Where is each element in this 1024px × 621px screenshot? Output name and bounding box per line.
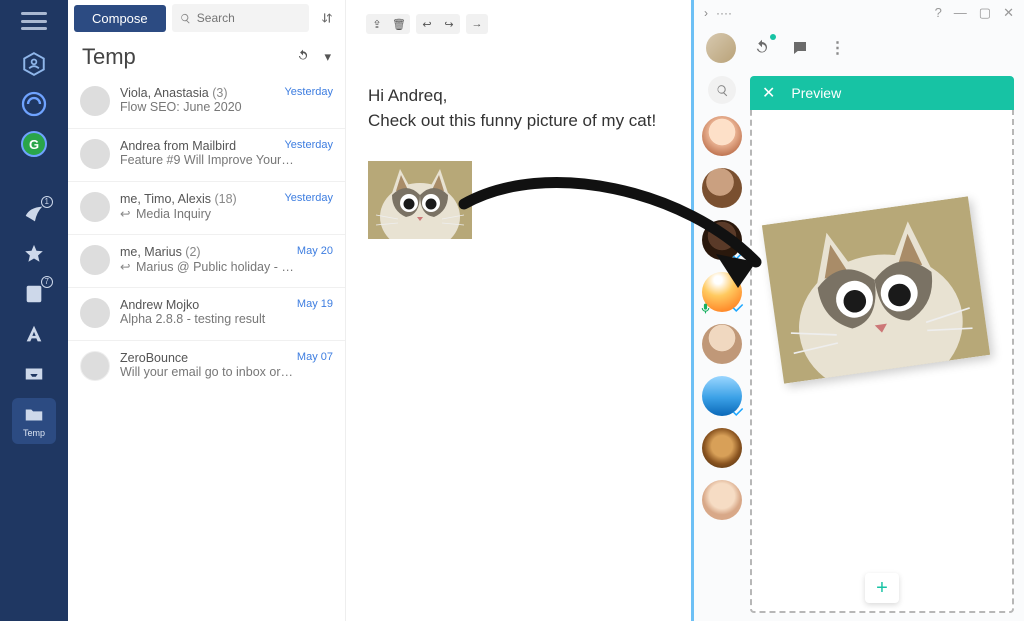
email-date: Yesterday	[284, 86, 333, 98]
dropped-cat-image[interactable]	[762, 196, 990, 383]
message-pane: ⇪ 🗑 ↩ ↪ → Hi Andreq, Check out this funn…	[346, 0, 691, 621]
titlebar-dots: ····	[716, 6, 732, 20]
person-avatar[interactable]	[702, 116, 742, 156]
self-avatar[interactable]	[706, 33, 736, 63]
preview-close-icon[interactable]: ✕	[762, 83, 775, 103]
email-row[interactable]: me, Timo, Alexis (18)↩ Media InquiryYest…	[68, 181, 345, 234]
refresh-icon[interactable]	[296, 49, 310, 66]
kebab-icon[interactable]: ⋮	[826, 36, 850, 60]
email-row[interactable]: Viola, Anastasia (3)Flow SEO: June 2020Y…	[68, 76, 345, 128]
chat-icon[interactable]	[788, 36, 812, 60]
message-toolbar: ⇪ 🗑 ↩ ↪ →	[366, 10, 675, 38]
note-icon[interactable]: 7	[18, 278, 50, 310]
whereby-topbar: ⋮	[694, 26, 1024, 70]
app-nav-rail: G 1 7 Temp	[0, 0, 68, 621]
star-icon[interactable]	[18, 238, 50, 270]
search-icon	[180, 12, 191, 25]
preview-dropzone[interactable]: ✕ Preview	[750, 76, 1014, 613]
message-line1: Hi Andreq,	[368, 84, 673, 109]
mic-icon	[699, 302, 712, 315]
forward-icon[interactable]: →	[470, 17, 484, 31]
whereby-titlebar: › ···· ? — ▢ ✕	[694, 0, 1024, 26]
whereby-panel: › ···· ? — ▢ ✕ ⋮ ✕ Preview	[694, 0, 1024, 621]
note-badge: 7	[41, 276, 53, 288]
email-subject: Flow SEO: June 2020	[120, 100, 295, 114]
email-subject: ↩ Marius @ Public holiday - 1st…	[120, 259, 295, 274]
temp-folder-label: Temp	[23, 428, 45, 438]
email-date: May 07	[297, 351, 333, 363]
aa-icon[interactable]	[18, 318, 50, 350]
person-avatar[interactable]	[702, 168, 742, 208]
people-column	[694, 70, 750, 621]
reply-all-icon[interactable]: ↪	[442, 17, 456, 31]
google-icon[interactable]: G	[18, 128, 50, 160]
folder-menu-chevron-icon[interactable]: ▾	[324, 49, 331, 65]
folder-name: Temp	[82, 44, 136, 70]
person-avatar[interactable]	[702, 272, 742, 312]
help-icon[interactable]: ?	[935, 5, 942, 21]
email-avatar	[80, 245, 110, 275]
hamburger-icon[interactable]	[21, 12, 47, 30]
preview-add-button[interactable]: +	[865, 573, 899, 603]
search-input-wrap[interactable]	[172, 4, 309, 32]
check-icon	[731, 249, 745, 263]
email-row[interactable]: me, Marius (2)↩ Marius @ Public holiday …	[68, 234, 345, 287]
reload-icon[interactable]	[750, 36, 774, 60]
archive-icon[interactable]: ⇪	[370, 17, 384, 31]
email-avatar	[80, 139, 110, 169]
email-subject: Will your email go to inbox or sp…	[120, 365, 295, 379]
email-row[interactable]: Andrew Mojko Alpha 2.8.8 - testing resul…	[68, 287, 345, 340]
email-avatar	[80, 298, 110, 328]
wing-icon[interactable]: 1	[18, 198, 50, 230]
check-icon	[731, 301, 745, 315]
folder-header: Temp ▾	[68, 36, 345, 76]
close-icon[interactable]: ✕	[1003, 5, 1014, 21]
email-subject: Feature #9 Will Improve Your…	[120, 153, 295, 167]
email-row[interactable]: ZeroBounce Will your email go to inbox o…	[68, 340, 345, 393]
person-avatar[interactable]	[702, 376, 742, 416]
message-line2: Check out this funny picture of my cat!	[368, 109, 673, 134]
delete-icon[interactable]: 🗑	[392, 17, 406, 31]
email-subject: Alpha 2.8.8 - testing result	[120, 312, 295, 326]
email-row[interactable]: Andrea from Mailbird Feature #9 Will Imp…	[68, 128, 345, 181]
person-avatar[interactable]	[702, 220, 742, 260]
attachment-cat-image[interactable]	[368, 161, 472, 239]
dropzone-area[interactable]	[758, 132, 1006, 605]
person-avatar[interactable]	[702, 324, 742, 364]
email-date: May 20	[297, 245, 333, 257]
email-avatar	[80, 351, 110, 381]
person-avatar[interactable]	[702, 480, 742, 520]
home-hex-icon[interactable]	[18, 48, 50, 80]
maximize-icon[interactable]: ▢	[979, 5, 991, 21]
preview-header: ✕ Preview	[750, 76, 1014, 110]
person-avatar[interactable]	[702, 428, 742, 468]
reply-icon[interactable]: ↩	[420, 17, 434, 31]
email-list-column: Compose Temp ▾ Viola, Anastasia (3)Flow …	[68, 0, 346, 621]
check-icon	[731, 405, 745, 419]
preview-label: Preview	[791, 85, 841, 101]
temp-folder-icon[interactable]: Temp	[12, 398, 56, 444]
inbox-icon[interactable]	[18, 358, 50, 390]
wing-badge: 1	[41, 196, 53, 208]
email-avatar	[80, 86, 110, 116]
email-avatar	[80, 192, 110, 222]
email-date: Yesterday	[284, 192, 333, 204]
sort-button[interactable]	[315, 4, 339, 32]
email-date: Yesterday	[284, 139, 333, 151]
email-list: Viola, Anastasia (3)Flow SEO: June 2020Y…	[68, 76, 345, 393]
people-search-icon[interactable]	[708, 76, 736, 104]
mailbird-ring-icon[interactable]	[18, 88, 50, 120]
search-input[interactable]	[197, 11, 301, 25]
email-subject: ↩ Media Inquiry	[120, 206, 295, 221]
back-chevron-icon[interactable]: ›	[704, 6, 708, 20]
email-date: May 19	[297, 298, 333, 310]
compose-button[interactable]: Compose	[74, 5, 166, 32]
minimize-icon[interactable]: —	[954, 5, 967, 21]
